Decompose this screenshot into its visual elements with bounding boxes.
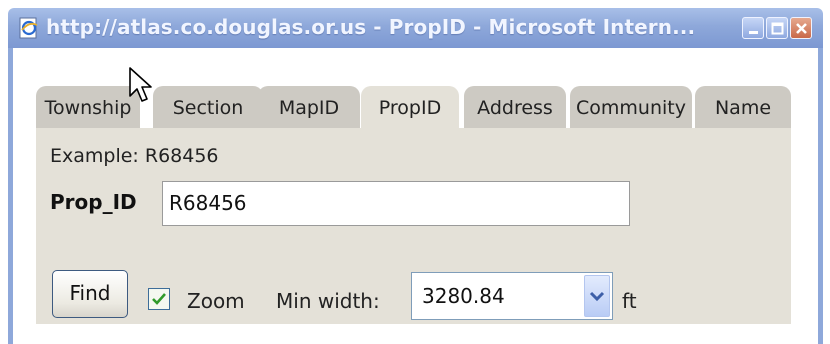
example-text: Example: R68456 <box>50 145 219 167</box>
tab-name[interactable]: Name <box>695 86 791 128</box>
prop-id-input[interactable]: R68456 <box>162 181 630 226</box>
tab-mapid[interactable]: MapID <box>258 86 360 128</box>
minimize-icon <box>749 31 758 34</box>
find-button[interactable]: Find <box>52 270 128 318</box>
close-icon <box>796 23 807 34</box>
mouse-cursor-icon <box>129 67 152 102</box>
window-title: http://atlas.co.douglas.or.us - PropID -… <box>46 15 696 39</box>
min-width-value: 3280.84 <box>422 284 505 308</box>
tab-section[interactable]: Section <box>153 86 263 128</box>
tab-propid[interactable]: PropID <box>361 86 459 128</box>
ie-page-icon <box>19 17 38 39</box>
minimize-button[interactable] <box>742 17 764 39</box>
tab-township[interactable]: Township <box>36 86 140 128</box>
chevron-down-icon <box>589 291 605 302</box>
close-button[interactable] <box>790 17 812 39</box>
unit-label: ft <box>622 289 637 313</box>
tab-community[interactable]: Community <box>570 86 692 128</box>
maximize-icon <box>771 22 784 35</box>
tab-address[interactable]: Address <box>464 86 566 128</box>
checkmark-icon <box>152 293 166 305</box>
maximize-button[interactable] <box>766 17 788 39</box>
window-frame-right <box>818 48 823 344</box>
zoom-label: Zoom <box>187 289 245 313</box>
title-bar[interactable]: http://atlas.co.douglas.or.us - PropID -… <box>8 8 823 48</box>
prop-id-label: Prop_ID <box>50 190 137 214</box>
zoom-checkbox[interactable] <box>148 288 170 310</box>
dropdown-button[interactable] <box>584 275 610 317</box>
window-frame-left <box>8 48 13 344</box>
min-width-select[interactable]: 3280.84 <box>411 272 613 320</box>
min-width-label: Min width: <box>276 289 380 313</box>
